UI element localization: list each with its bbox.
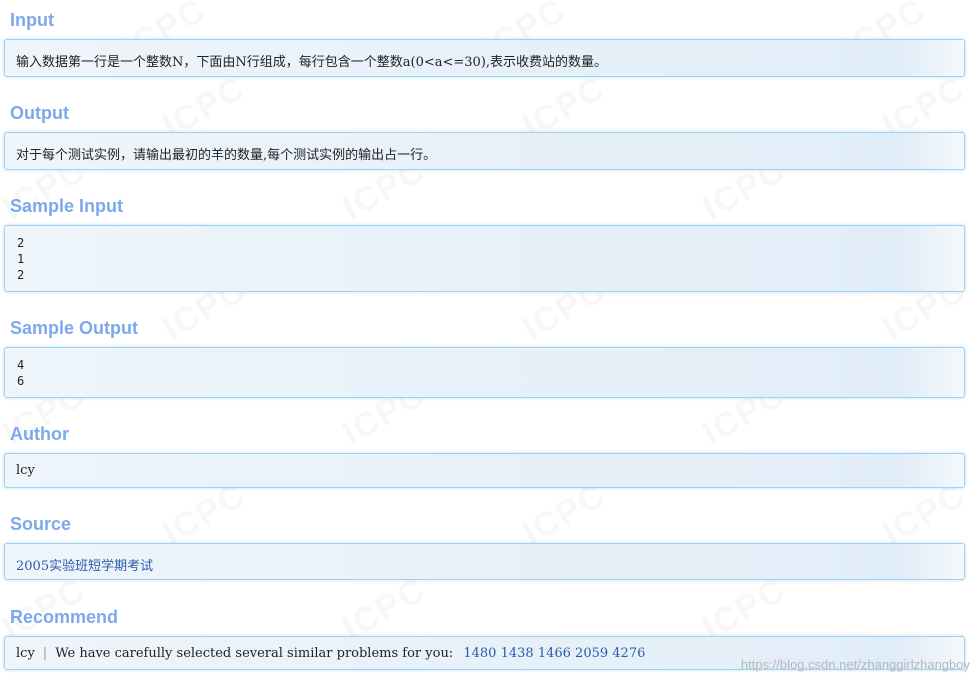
sample-output-line: 6 [17, 374, 25, 388]
recommend-text: We have carefully selected several simil… [55, 646, 454, 661]
recommend-problem-link[interactable]: 1438 [501, 646, 534, 661]
sample-input-panel: 2 1 2 [4, 225, 965, 292]
source-heading: Source [10, 514, 72, 534]
input-heading: Input [10, 10, 54, 30]
input-panel: 输入数据第一行是一个整数N，下面由N行组成，每行包含一个整数a(0<a<=30)… [4, 39, 965, 77]
recommend-line: lcy | We have carefully selected several s… [16, 646, 645, 661]
sample-input-line: 2 [17, 236, 25, 250]
url-watermark: https://blog.csdn.net/zhanggirlzhangboy [740, 657, 970, 672]
sample-output-heading: Sample Output [10, 318, 139, 338]
author-heading: Author [10, 424, 69, 444]
output-panel: 对于每个测试实例，请输出最初的羊的数量,每个测试实例的输出占一行。 [4, 132, 965, 170]
recommend-problem-link[interactable]: 2059 [575, 646, 608, 661]
output-description: 对于每个测试实例，请输出最初的羊的数量,每个测试实例的输出占一行。 [16, 148, 437, 163]
author-panel: lcy [4, 453, 965, 488]
recommend-heading: Recommend [10, 607, 119, 627]
sample-output-panel: 4 6 [4, 347, 965, 398]
recommend-problem-link[interactable]: 1466 [538, 646, 571, 661]
sample-input-line: 2 [17, 268, 25, 282]
sample-output-line: 4 [17, 358, 25, 372]
sample-input-heading: Sample Input [10, 196, 124, 216]
source-panel: 2005实验班短学期考试 [4, 543, 965, 580]
recommend-problem-link[interactable]: 1480 [463, 646, 496, 661]
source-link[interactable]: 2005实验班短学期考试 [16, 555, 153, 574]
recommend-problem-link[interactable]: 4276 [612, 646, 645, 661]
problem-page: ICPC ICPC ICPC ICPC ICPC ICPC ICPC ICPC … [0, 0, 980, 682]
sample-input-line: 1 [17, 252, 25, 266]
recommend-separator: | [42, 646, 48, 661]
output-heading: Output [10, 103, 69, 123]
author-name: lcy [16, 463, 35, 478]
input-description: 输入数据第一行是一个整数N，下面由N行组成，每行包含一个整数a(0<a<=30)… [16, 55, 608, 70]
recommend-user: lcy [16, 646, 35, 661]
